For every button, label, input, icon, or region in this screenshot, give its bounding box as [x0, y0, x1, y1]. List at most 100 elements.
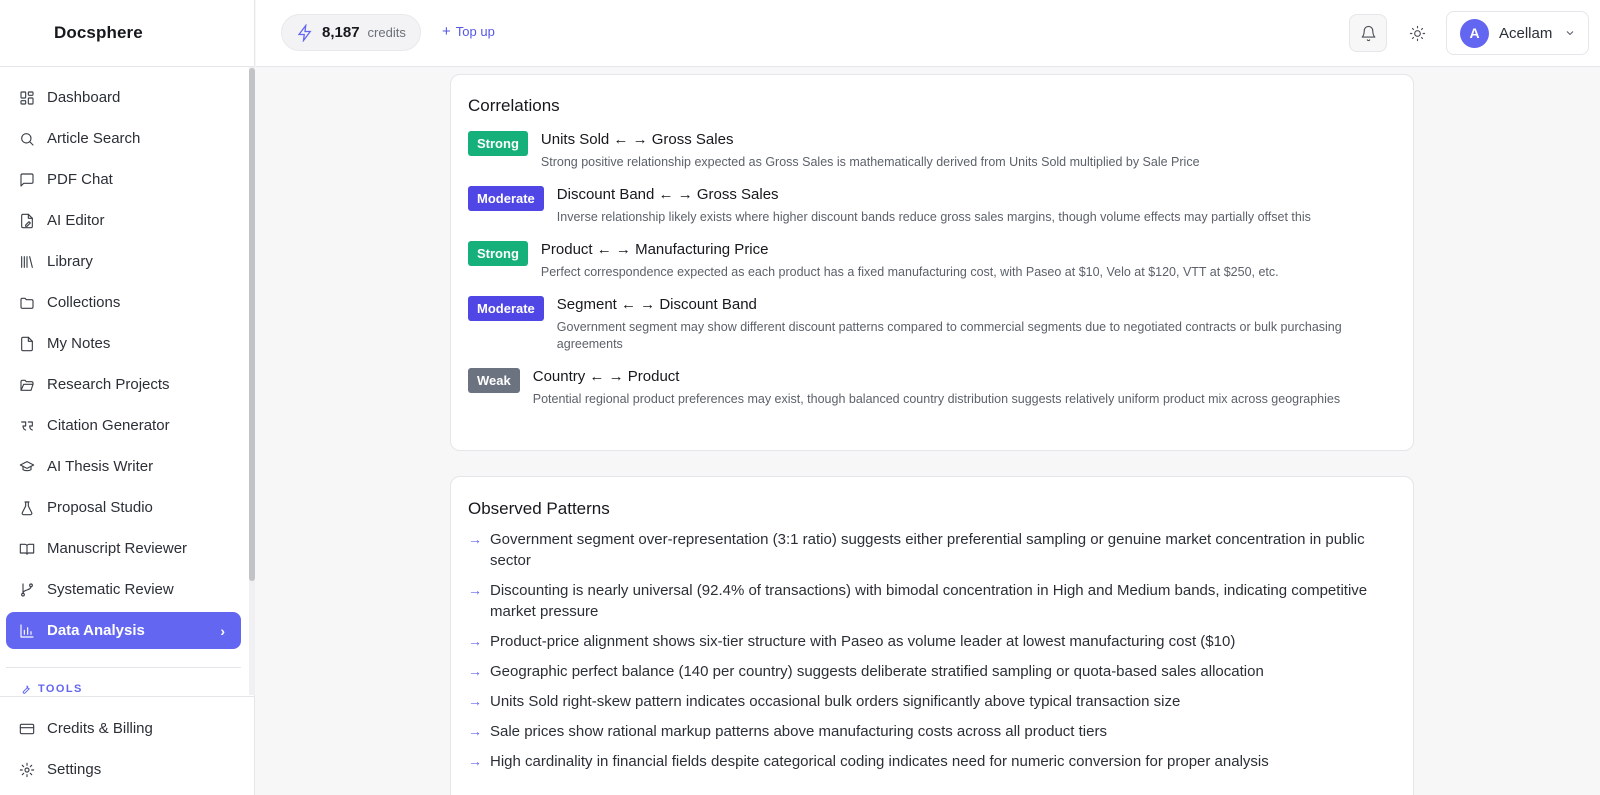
sidebar-item-label: Settings — [47, 761, 102, 778]
sidebar-item-label: Article Search — [47, 130, 141, 147]
correlation-item: Moderate Segment ← → Discount Band Gover… — [468, 295, 1396, 353]
sidebar-item-collections[interactable]: Collections — [6, 284, 241, 321]
sidebar-item-proposal-studio[interactable]: Proposal Studio — [6, 489, 241, 526]
strength-badge: Strong — [468, 131, 528, 156]
credits-balance[interactable]: 8,187 credits — [281, 14, 421, 51]
chat-icon — [19, 172, 35, 188]
search-icon — [19, 131, 35, 147]
sidebar-item-ai-editor[interactable]: AI Editor — [6, 202, 241, 239]
sidebar-item-dashboard[interactable]: Dashboard — [6, 79, 241, 116]
observed-patterns-title: Observed Patterns — [468, 499, 610, 518]
arrow-right-icon: → — [468, 663, 482, 679]
nav-divider — [6, 667, 241, 668]
lightning-icon — [297, 23, 312, 42]
list-item: → High cardinality in financial fields d… — [468, 753, 1269, 770]
strength-badge: Moderate — [468, 296, 544, 321]
sidebar-item-label: Research Projects — [47, 376, 170, 393]
list-item: → Geographic perfect balance (140 per co… — [468, 663, 1264, 680]
user-name: Acellam — [1499, 24, 1553, 42]
chevron-down-icon — [1567, 31, 1574, 36]
correlation-description: Government segment may show different di… — [556, 320, 1342, 351]
sidebar-item-label: AI Editor — [47, 212, 105, 229]
correlations-title: Correlations — [468, 96, 560, 115]
sidebar-item-systematic-review[interactable]: Systematic Review — [6, 571, 241, 608]
note-icon — [19, 336, 35, 352]
observed-patterns-card: Observed Patterns → Government segment o… — [450, 476, 1414, 795]
sidebar-item-label: Dashboard — [47, 89, 121, 106]
correlations-card: Correlations Strong Units Sold ← → Gross… — [450, 74, 1414, 451]
bottom-divider — [0, 696, 255, 697]
list-item: → Product-price alignment shows six-tier… — [468, 633, 1236, 650]
topbar: 8,187 credits + Top up A Acellam — [256, 0, 1600, 67]
correlation-description: Strong positive relationship expected as… — [540, 155, 1200, 169]
list-item: → Sale prices show rational markup patte… — [468, 723, 1107, 740]
sidebar-item-label: Collections — [47, 294, 121, 311]
sidebar-item-pdf-chat[interactable]: PDF Chat — [6, 161, 241, 198]
arrow-right-icon: → — [468, 723, 482, 739]
list-item: → Discounting is nearly universal (92.4%… — [468, 582, 1368, 620]
library-icon — [19, 254, 35, 270]
credits-value: 8,187 — [322, 24, 360, 41]
book-open-icon — [19, 541, 35, 557]
sidebar-item-label: Credits & Billing — [47, 720, 153, 737]
user-menu-button[interactable]: A Acellam — [1446, 11, 1589, 55]
folder-open-icon — [19, 377, 35, 393]
sidebar-item-article-search[interactable]: Article Search — [6, 120, 241, 157]
correlation-item: Weak Country ← → Product Potential regio… — [468, 367, 1396, 408]
arrow-right-icon: → — [468, 531, 482, 547]
arrow-right-icon: → — [468, 693, 482, 709]
strength-badge: Strong — [468, 241, 528, 266]
dashboard-icon — [19, 90, 35, 106]
credit-card-icon — [19, 721, 35, 737]
arrow-right-icon: → — [468, 582, 482, 598]
sidebar-scrollbar-thumb[interactable] — [249, 68, 255, 581]
bar-chart-icon — [19, 623, 35, 639]
correlation-pair: Units Sold ← → Gross Sales — [540, 131, 734, 148]
list-item: → Units Sold right-skew pattern indicate… — [468, 693, 1181, 710]
theme-toggle-button[interactable] — [1398, 14, 1436, 52]
correlation-description: Inverse relationship likely exists where… — [556, 210, 1311, 224]
sidebar-bottom-nav: Credits & Billing Settings — [6, 710, 241, 792]
bell-icon — [1361, 25, 1375, 41]
sidebar-item-label: AI Thesis Writer — [47, 458, 154, 475]
sidebar-item-label: Proposal Studio — [47, 499, 153, 516]
sidebar-item-citation-generator[interactable]: Citation Generator — [6, 407, 241, 444]
plus-icon: + — [442, 23, 451, 40]
patterns-list: → Government segment over-representation… — [468, 529, 1398, 781]
sidebar-item-manuscript-reviewer[interactable]: Manuscript Reviewer — [6, 530, 241, 567]
chevron-right-icon: › — [220, 622, 225, 639]
sidebar-item-library[interactable]: Library — [6, 243, 241, 280]
brand-logo[interactable]: Docsphere — [0, 0, 254, 67]
sidebar-item-ai-thesis-writer[interactable]: AI Thesis Writer — [6, 448, 241, 485]
sidebar-item-label: PDF Chat — [47, 171, 113, 188]
correlation-item: Strong Product ← → Manufacturing Price P… — [468, 240, 1396, 281]
correlation-item: Moderate Discount Band ← → Gross Sales I… — [468, 185, 1396, 226]
edit-file-icon — [19, 213, 35, 229]
git-branch-icon — [19, 582, 35, 598]
sidebar-item-label: Library — [47, 253, 93, 270]
correlation-description: Potential regional product preferences m… — [532, 392, 1341, 406]
gear-icon — [19, 762, 35, 778]
sidebar-nav: Dashboard Article Search PDF Chat AI Edi… — [6, 79, 241, 653]
arrow-right-icon: → — [468, 633, 482, 649]
sidebar-item-research-projects[interactable]: Research Projects — [6, 366, 241, 403]
notifications-button[interactable] — [1349, 14, 1387, 52]
correlation-item: Strong Units Sold ← → Gross Sales Strong… — [468, 130, 1396, 171]
sidebar-item-credits-billing[interactable]: Credits & Billing — [6, 710, 241, 747]
correlation-description: Perfect correspondence expected as each … — [540, 265, 1279, 279]
sidebar-item-my-notes[interactable]: My Notes — [6, 325, 241, 362]
correlation-pair: Country ← → Product — [532, 368, 680, 385]
top-up-button[interactable]: + Top up — [442, 23, 495, 40]
quote-icon — [19, 418, 35, 434]
credits-unit: credits — [367, 25, 406, 40]
tools-section-label: TOOLS — [20, 683, 83, 695]
strength-badge: Moderate — [468, 186, 544, 211]
flask-icon — [19, 500, 35, 516]
wrench-icon — [22, 685, 30, 694]
sidebar-item-settings[interactable]: Settings — [6, 751, 241, 788]
strength-badge: Weak — [468, 368, 520, 393]
sidebar-item-label: My Notes — [47, 335, 111, 352]
sidebar-item-data-analysis[interactable]: Data Analysis › — [6, 612, 241, 649]
sun-icon — [1409, 25, 1425, 41]
sidebar-item-label: Systematic Review — [47, 581, 174, 598]
